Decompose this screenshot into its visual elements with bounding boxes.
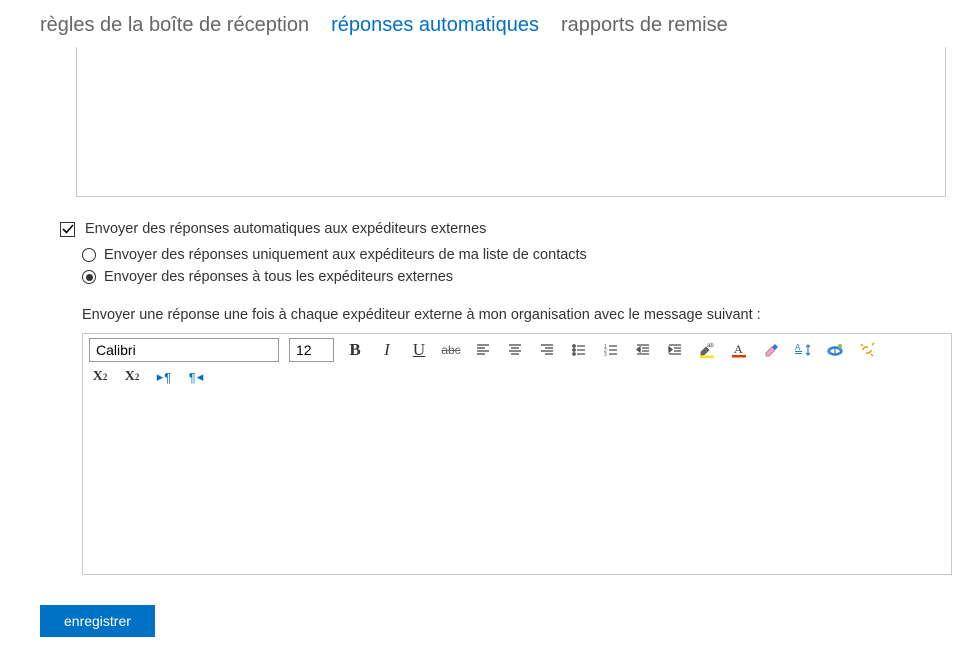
subscript-button[interactable]: X2	[121, 366, 143, 388]
content-area: Envoyer des réponses automatiques aux ex…	[0, 47, 977, 575]
decrease-indent-icon[interactable]	[632, 339, 654, 361]
external-message-label: Envoyer une réponse une fois à chaque ex…	[82, 307, 957, 323]
font-name-input[interactable]	[89, 338, 279, 362]
radio-icon[interactable]	[82, 248, 96, 262]
italic-button[interactable]: I	[376, 339, 398, 361]
editor-textarea[interactable]	[83, 394, 951, 574]
numbered-list-icon[interactable]: 123	[600, 339, 622, 361]
rtl-direction-button[interactable]: ¶◂	[185, 366, 207, 388]
increase-indent-icon[interactable]	[664, 339, 686, 361]
insert-link-icon[interactable]	[824, 339, 846, 361]
radio-icon[interactable]	[82, 270, 96, 284]
clear-formatting-icon[interactable]	[760, 339, 782, 361]
superscript-button[interactable]: X2	[89, 366, 111, 388]
align-left-icon[interactable]	[472, 339, 494, 361]
ltr-direction-button[interactable]: ▸¶	[153, 366, 175, 388]
bullet-list-icon[interactable]	[568, 339, 590, 361]
editor-toolbar-row2: X2 X2 ▸¶ ¶◂	[83, 364, 951, 394]
remove-link-icon[interactable]	[856, 339, 878, 361]
svg-text:A: A	[795, 343, 801, 352]
font-color-icon[interactable]: A	[728, 339, 750, 361]
editor-toolbar: B I U abc 123	[83, 334, 951, 364]
tab-delivery-reports[interactable]: rapports de remise	[561, 14, 728, 37]
send-external-checkbox-row[interactable]: Envoyer des réponses automatiques aux ex…	[60, 221, 957, 237]
align-right-icon[interactable]	[536, 339, 558, 361]
letter-case-icon[interactable]: A	[792, 339, 814, 361]
strikethrough-button[interactable]: abc	[440, 339, 462, 361]
underline-button[interactable]: U	[408, 339, 430, 361]
external-radio-group: Envoyer des réponses uniquement aux expé…	[82, 247, 957, 285]
align-center-icon[interactable]	[504, 339, 526, 361]
radio-all-external[interactable]: Envoyer des réponses à tous les expédite…	[82, 269, 957, 285]
save-button[interactable]: enregistrer	[40, 605, 155, 637]
svg-text:3: 3	[604, 352, 607, 358]
tab-auto-replies[interactable]: réponses automatiques	[331, 14, 539, 37]
svg-text:ab: ab	[707, 343, 714, 349]
bold-button[interactable]: B	[344, 339, 366, 361]
tab-inbox-rules[interactable]: règles de la boîte de réception	[40, 14, 309, 37]
radio-contacts-only[interactable]: Envoyer des réponses uniquement aux expé…	[82, 247, 957, 263]
checkbox-label: Envoyer des réponses automatiques aux ex…	[85, 221, 486, 237]
tabs-nav: règles de la boîte de réception réponses…	[0, 0, 977, 47]
svg-text:A: A	[734, 342, 743, 356]
external-message-editor: B I U abc 123	[82, 333, 952, 575]
radio-label: Envoyer des réponses uniquement aux expé…	[104, 247, 587, 263]
internal-message-editor[interactable]	[76, 47, 946, 197]
highlight-icon[interactable]: ab	[696, 339, 718, 361]
checkbox-icon[interactable]	[60, 222, 75, 237]
font-size-input[interactable]	[289, 338, 334, 362]
radio-label: Envoyer des réponses à tous les expédite…	[104, 269, 453, 285]
